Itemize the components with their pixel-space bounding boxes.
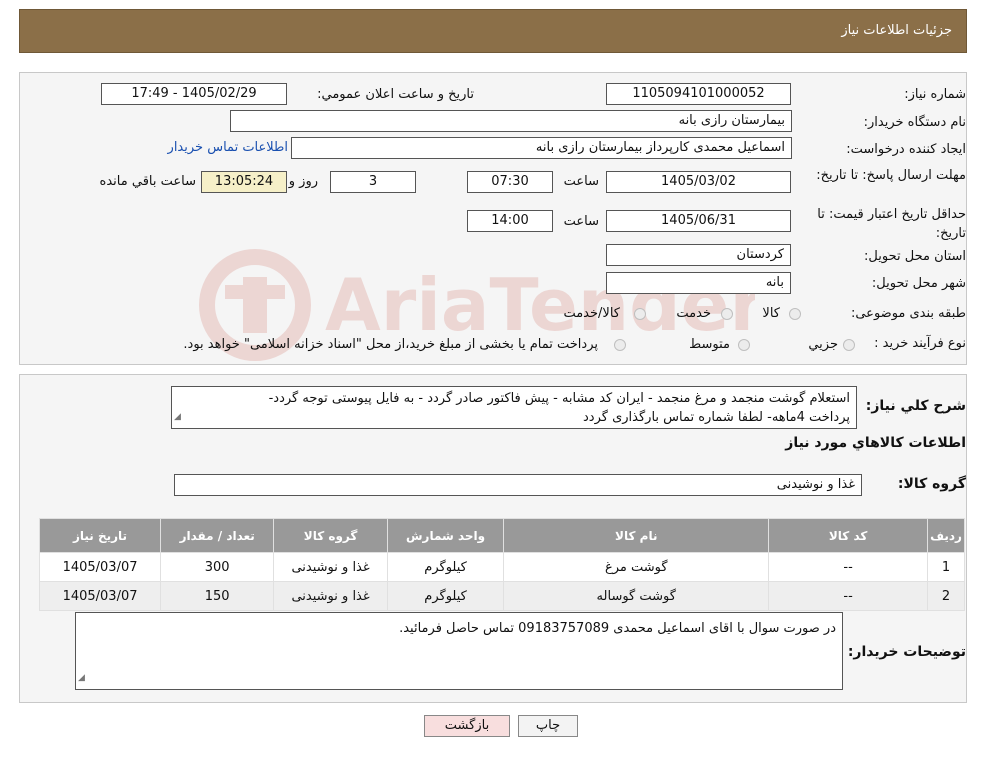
cell-row-number: 2 xyxy=(927,581,965,611)
remaining-time-field: 13:05:24 xyxy=(201,171,287,193)
goods-group-label: گروه کالا: xyxy=(897,476,966,492)
goods-info-title: اطلاعات کالاهاي مورد نياز xyxy=(785,435,966,451)
process-radio-medium[interactable] xyxy=(738,339,750,351)
validity-time-field: 14:00 xyxy=(467,210,553,232)
process-radio-minor[interactable] xyxy=(843,339,855,351)
requester-field: اسماعیل محمدی کارپرداز بیمارستان رازی با… xyxy=(291,137,792,159)
items-table: ردیف کد کالا نام کالا واحد شمارش گروه کا… xyxy=(38,518,965,611)
process-option-minor: جزیي xyxy=(808,337,838,352)
col-header-unit: واحد شمارش xyxy=(386,518,505,553)
cell-group: غذا و نوشیدنی xyxy=(273,581,388,611)
description-line-2: پرداخت 4ماهه- لطفا شماره تماس بارگذاری گ… xyxy=(583,410,850,425)
announce-label: تاریخ و ساعت اعلان عمومي: xyxy=(317,87,474,102)
category-option-service: خدمت xyxy=(676,306,711,321)
announce-field: 1405/02/29 - 17:49 xyxy=(101,83,287,105)
description-line-1: استعلام گوشت منجمد و مرغ منجمد - ایران ک… xyxy=(268,391,850,406)
province-label: استان محل تحویل: xyxy=(864,249,966,264)
category-option-goods-service: کالا/خدمت xyxy=(563,306,620,321)
process-note: پرداخت تمام یا بخشی از مبلغ خرید،از محل … xyxy=(183,337,598,352)
category-radio-service[interactable] xyxy=(721,308,733,320)
back-button[interactable]: بازگشت xyxy=(424,715,510,737)
cell-quantity: 150 xyxy=(160,581,275,611)
description-label: شرح كلي نياز: xyxy=(865,398,966,414)
process-option-medium: متوسط xyxy=(689,337,730,352)
contact-buyer-link[interactable]: اطلاعات تماس خریدار xyxy=(168,140,288,155)
cell-item-code: -- xyxy=(768,581,929,611)
requester-label: ایجاد کننده درخواست: xyxy=(846,142,966,157)
reply-deadline-label: مهلت ارسال پاسخ: تا تاریخ: xyxy=(816,168,966,183)
cell-need-date: 1405/03/07 xyxy=(38,552,162,582)
category-option-goods: کالا xyxy=(762,306,780,321)
process-radio-treasury xyxy=(614,339,626,351)
days-field: 3 xyxy=(330,171,416,193)
city-label: شهر محل تحویل: xyxy=(871,276,966,291)
cell-item-name: گوشت گوساله xyxy=(503,581,770,611)
category-label: طبقه بندی موضوعی: xyxy=(850,306,966,321)
remaining-label: ساعت باقي مانده xyxy=(99,174,196,189)
cell-quantity: 300 xyxy=(160,552,275,582)
price-validity-label: حداقل تاریخ اعتبار قیمت: تا تاریخ: xyxy=(817,207,966,241)
page-title: جزئیات اطلاعات نیاز xyxy=(841,23,952,38)
resize-handle-icon[interactable]: ◢ xyxy=(174,408,181,427)
buyer-notes-label: توضیحات خریدار: xyxy=(847,644,966,660)
province-field: کردستان xyxy=(606,244,791,266)
cell-unit: کیلوگرم xyxy=(386,581,505,611)
buyer-notes-text: در صورت سوال با اقای اسماعیل محمدی 09183… xyxy=(399,621,836,636)
page-header: جزئیات اطلاعات نیاز xyxy=(19,9,967,53)
table-row: 2 -- گوشت گوساله کیلوگرم غذا و نوشیدنی 1… xyxy=(38,581,965,611)
process-label: نوع فرآیند خرید : xyxy=(874,336,966,351)
col-header-item-name: نام کالا xyxy=(503,518,770,553)
days-label: روز و xyxy=(288,174,318,189)
buyer-org-label: نام دستگاه خریدار: xyxy=(863,115,966,130)
resize-handle-icon[interactable]: ◢ xyxy=(78,669,85,688)
reply-time-label: ساعت xyxy=(563,174,599,189)
cell-need-date: 1405/03/07 xyxy=(38,581,162,611)
col-header-item-code: کد کالا xyxy=(768,518,929,553)
cell-group: غذا و نوشیدنی xyxy=(273,552,388,582)
need-number-field: 1105094101000052 xyxy=(606,83,791,105)
col-header-group: گروه کالا xyxy=(273,518,388,553)
reply-date-field: 1405/03/02 xyxy=(606,171,791,193)
table-row: 1 -- گوشت مرغ کیلوگرم غذا و نوشیدنی 300 … xyxy=(38,552,965,582)
table-header-row: ردیف کد کالا نام کالا واحد شمارش گروه کا… xyxy=(38,518,965,553)
col-header-need-date: تاریخ نیاز xyxy=(38,518,162,553)
buyer-notes-textarea[interactable]: در صورت سوال با اقای اسماعیل محمدی 09183… xyxy=(75,612,843,690)
col-header-quantity: تعداد / مقدار xyxy=(160,518,275,553)
validity-date-field: 1405/06/31 xyxy=(606,210,791,232)
need-number-label: شماره نیاز: xyxy=(904,87,966,102)
cell-item-name: گوشت مرغ xyxy=(503,552,770,582)
col-header-row-number: ردیف xyxy=(927,518,965,553)
cell-row-number: 1 xyxy=(927,552,965,582)
buyer-org-field: بیمارستان رازی بانه xyxy=(230,110,792,132)
category-radio-goods[interactable] xyxy=(789,308,801,320)
description-textarea[interactable]: استعلام گوشت منجمد و مرغ منجمد - ایران ک… xyxy=(171,386,857,429)
cell-unit: کیلوگرم xyxy=(386,552,505,582)
category-radio-goods-service[interactable] xyxy=(634,308,646,320)
validity-time-label: ساعت xyxy=(563,214,599,229)
print-button[interactable]: چاپ xyxy=(518,715,578,737)
city-field: بانه xyxy=(606,272,791,294)
reply-time-field: 07:30 xyxy=(467,171,553,193)
goods-group-field: غذا و نوشیدنی xyxy=(174,474,862,496)
cell-item-code: -- xyxy=(768,552,929,582)
